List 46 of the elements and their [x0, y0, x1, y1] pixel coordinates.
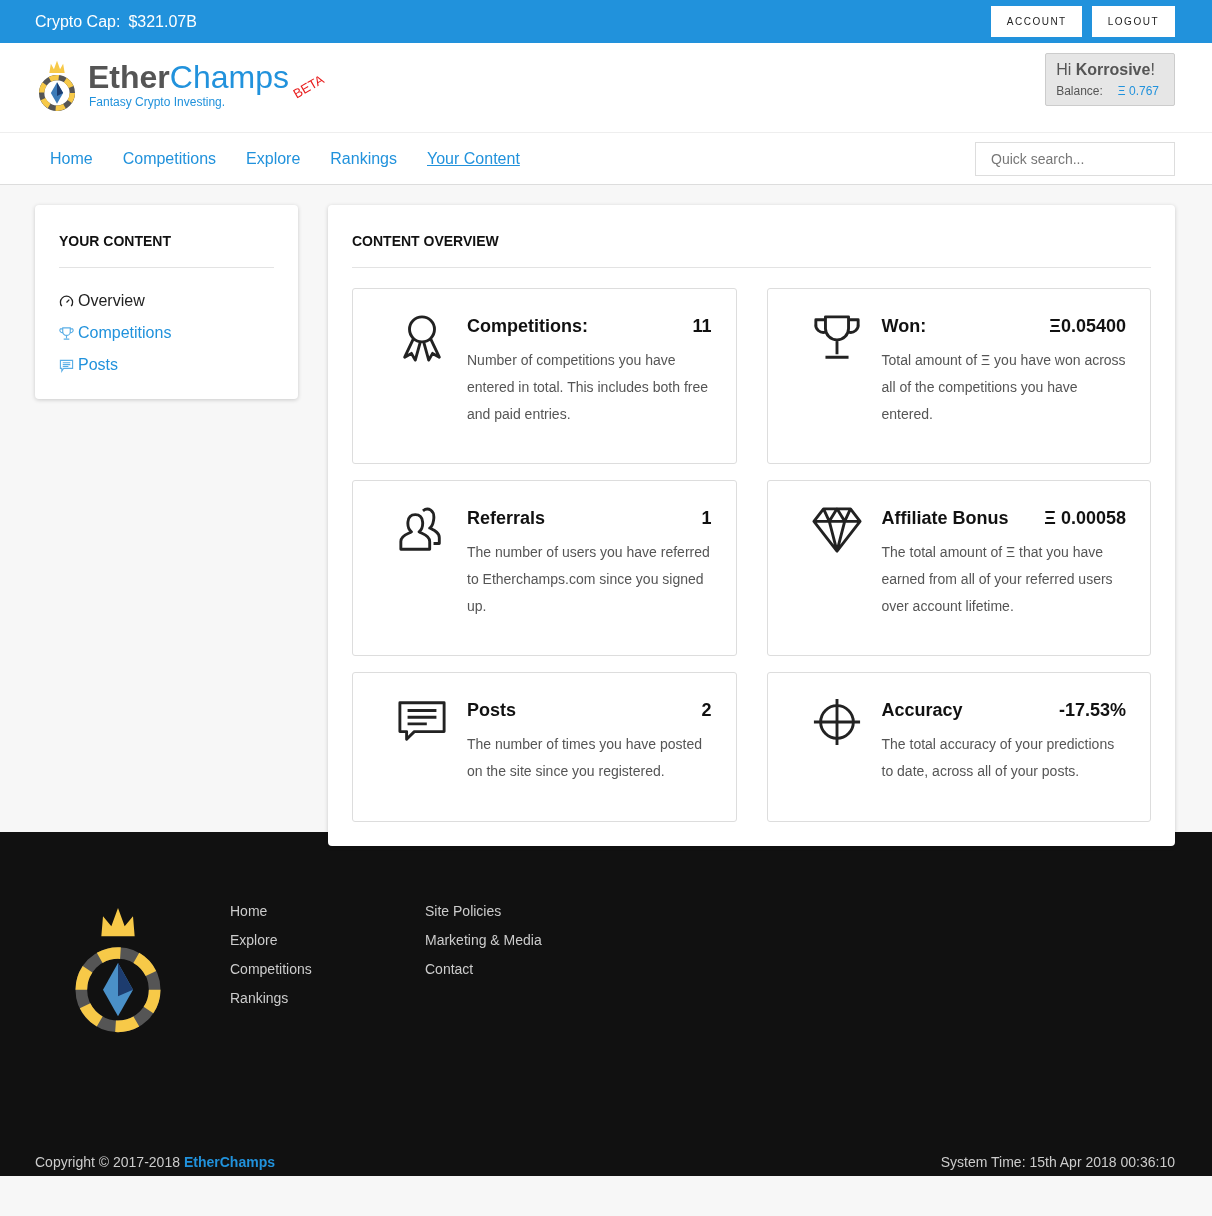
comment-icon	[59, 357, 74, 373]
trophy-icon	[59, 325, 74, 341]
stat-title: Affiliate Bonus	[881, 508, 1009, 529]
tagline: Fantasy Crypto Investing.	[89, 94, 226, 109]
search-field[interactable]: Quick search...	[975, 141, 1175, 176]
system-time: System Time: 15th Apr 2018 00:36:10	[940, 1154, 1175, 1170]
stat-title: Posts	[467, 700, 517, 721]
stat-title: Competitions:	[467, 316, 588, 337]
balance-value: Ξ 0.767	[1117, 84, 1159, 98]
stat-value: 2	[701, 700, 712, 721]
brand-name[interactable]: EtherChamps	[88, 58, 289, 95]
crypto-cap-label: Crypto Cap:	[35, 12, 121, 31]
stat-description: The number of users you have referred to Etherchamps.com since you signed up.	[467, 543, 711, 616]
balance-label: Balance:	[1056, 84, 1103, 98]
stat-title: Accuracy	[881, 700, 963, 721]
stat-value: Ξ 0.00058	[1044, 508, 1126, 529]
stat-description: The total accuracy of your predictions to date, across all of your posts.	[881, 735, 1116, 781]
stat-description: The total amount of Ξ that you have earned from all of your referred users over account lifetime.	[881, 543, 1114, 616]
footer-link[interactable]: Contact	[425, 960, 620, 979]
stat-value: -17.53%	[1058, 700, 1126, 721]
footer-link[interactable]: Explore	[230, 931, 425, 950]
stat-value: 1	[701, 508, 712, 529]
gauge-icon	[59, 293, 74, 309]
crypto-cap-value: $321.07B	[128, 12, 197, 31]
brand-link[interactable]: EtherChamps	[183, 1154, 275, 1170]
greeting: Hi Korrosive!	[1056, 61, 1156, 79]
sidebar-title: YOUR CONTENT	[59, 233, 172, 249]
logout-button[interactable]: LOGOUT	[1091, 6, 1175, 37]
diamond-icon	[811, 505, 862, 555]
stat-value: 11	[692, 316, 712, 337]
footer-link[interactable]: Competitions	[230, 960, 425, 979]
footer-link[interactable]: Marketing & Media	[425, 931, 620, 950]
stat-value: Ξ0.05400	[1049, 316, 1126, 337]
stat-description: Total amount of Ξ you have won across all of the competitions you have entered.	[881, 351, 1126, 424]
footer-link[interactable]: Rankings	[230, 989, 425, 1008]
stat-title: Referrals	[467, 508, 546, 529]
footer-link[interactable]: Home	[230, 902, 425, 921]
stat-title: Won:	[881, 316, 927, 337]
copyright-text: Copyright © 2017-2018	[35, 1154, 180, 1170]
beta-label: BETA	[290, 71, 327, 101]
stat-description: Number of competitions you have entered in total. This includes both free and paid entries.	[467, 351, 709, 424]
account-button[interactable]: ACCOUNT	[990, 6, 1082, 37]
overview-title: CONTENT OVERVIEW	[352, 233, 500, 249]
stat-description: The number of times you have posted on the site since you registered.	[467, 735, 704, 781]
crosshair-icon	[811, 697, 862, 747]
footer-link[interactable]: Site Policies	[425, 902, 620, 921]
